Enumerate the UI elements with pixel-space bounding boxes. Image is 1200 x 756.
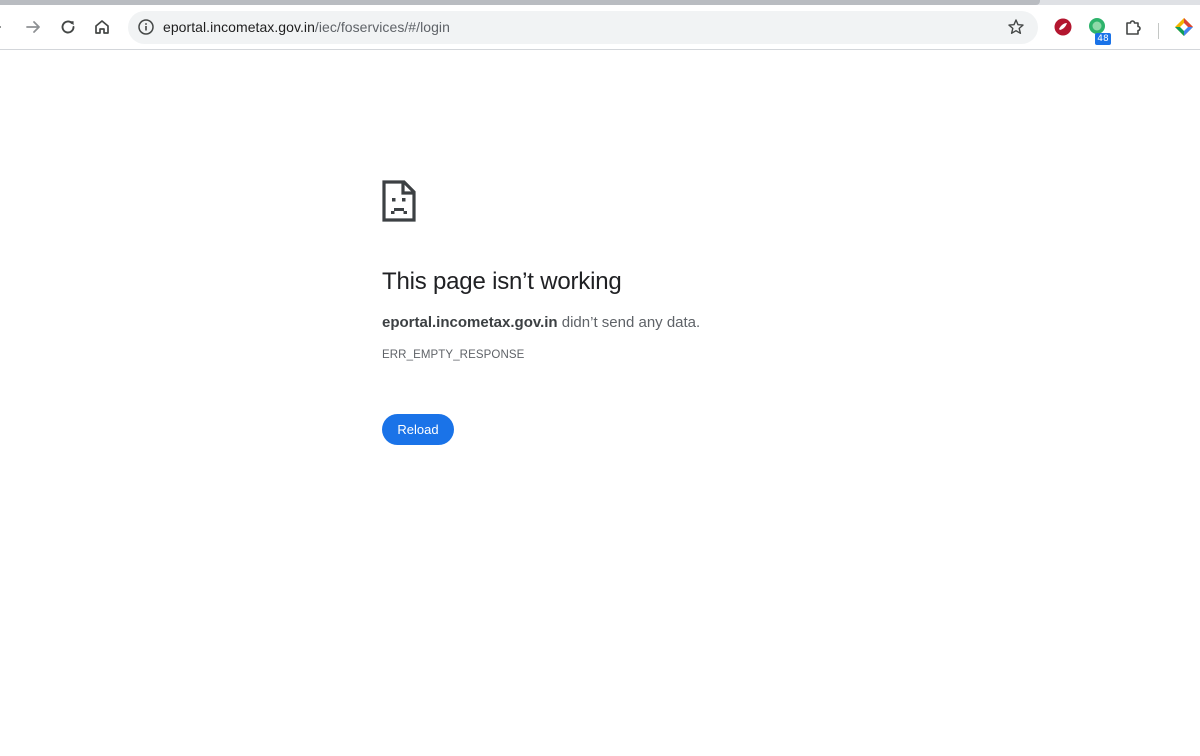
reload-button[interactable] xyxy=(52,11,84,43)
reload-page-button[interactable]: Reload xyxy=(382,414,454,445)
reload-icon xyxy=(61,20,75,34)
profile-avatar-icon[interactable] xyxy=(1172,15,1196,39)
extension-red-icon[interactable] xyxy=(1051,15,1075,39)
error-summary: eportal.incometax.gov.in didn’t send any… xyxy=(382,314,982,331)
info-icon[interactable] xyxy=(134,15,158,39)
back-button[interactable] xyxy=(0,11,10,43)
address-bar[interactable]: eportal.incometax.gov.in/iec/foservices/… xyxy=(128,11,1038,44)
error-code: ERR_EMPTY_RESPONSE xyxy=(382,349,525,361)
error-content: This page isn’t working eportal.incometa… xyxy=(382,180,982,445)
url-host: eportal.incometax.gov.in xyxy=(163,19,315,35)
home-button[interactable] xyxy=(86,11,118,43)
arrow-left-icon xyxy=(0,26,1,28)
error-summary-suffix: didn’t send any data. xyxy=(557,314,701,331)
error-host: eportal.incometax.gov.in xyxy=(382,314,558,331)
extension-badge: 48 xyxy=(1095,33,1111,45)
sad-page-icon xyxy=(382,180,416,222)
browser-toolbar: eportal.incometax.gov.in/iec/foservices/… xyxy=(0,5,1200,50)
url-path: /iec/foservices/#/login xyxy=(314,19,450,35)
forward-button[interactable] xyxy=(17,11,49,43)
error-headline: This page isn’t working xyxy=(382,268,622,295)
star-icon[interactable] xyxy=(1006,17,1026,37)
puzzle-icon[interactable] xyxy=(1121,15,1145,39)
toolbar-separator xyxy=(1158,23,1159,39)
arrow-right-icon xyxy=(26,21,40,33)
url-text[interactable]: eportal.incometax.gov.in/iec/foservices/… xyxy=(163,19,450,35)
home-icon xyxy=(95,20,109,34)
